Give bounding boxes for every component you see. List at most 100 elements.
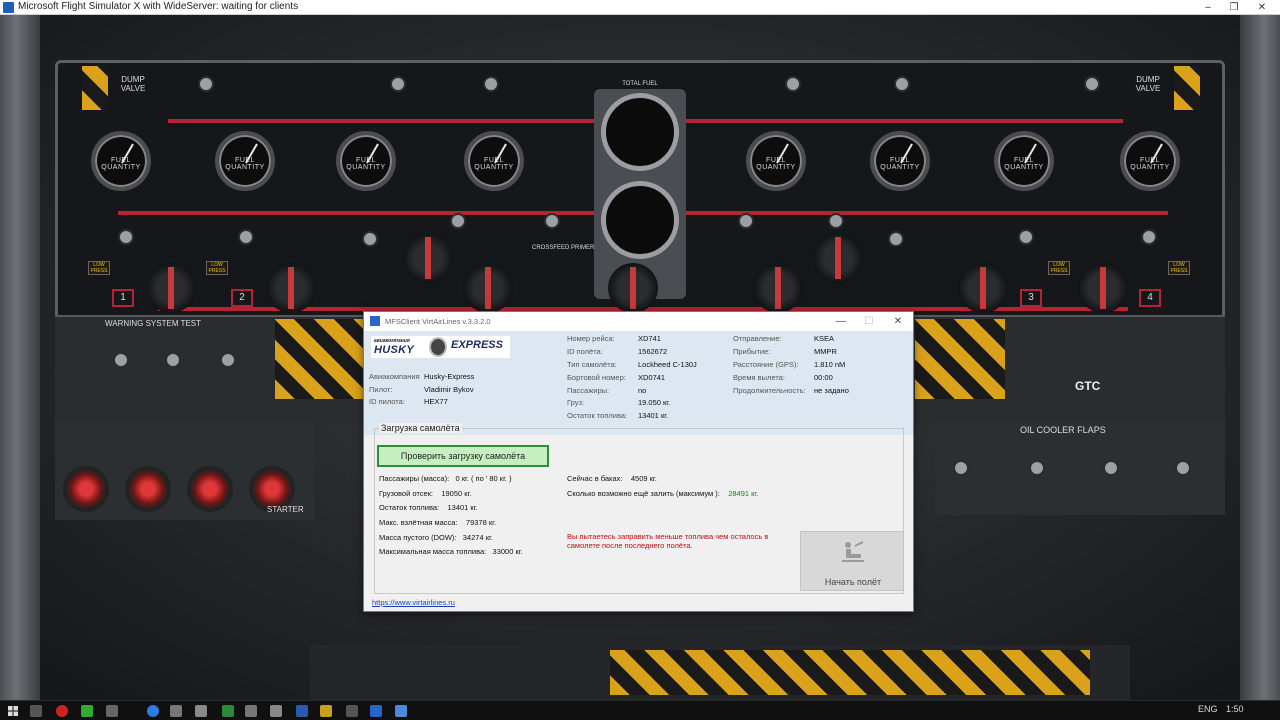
engine-4-label: 4: [1139, 289, 1161, 307]
crossfeed-valve-right[interactable]: [753, 263, 803, 313]
bypass-valve-right[interactable]: [813, 233, 863, 283]
clock[interactable]: 1:50: [1226, 704, 1244, 714]
crossfeed-valve-1[interactable]: [146, 263, 196, 313]
apt-tank-pump-switch-left[interactable]: [544, 213, 560, 229]
oil-cooler-switch-3[interactable]: [1103, 460, 1119, 476]
pilot-id-value: HEX77: [424, 397, 448, 406]
app-icon-9[interactable]: [245, 705, 257, 717]
mfsclient-taskbar-icon[interactable]: [370, 705, 382, 717]
cargo-value: 19.050 кг.: [638, 398, 671, 407]
bypass-valve-left[interactable]: [403, 233, 453, 283]
dialog-close-button[interactable]: ✕: [885, 314, 911, 329]
virtairlines-link[interactable]: https://www.virtairlines.ru: [372, 598, 455, 607]
dialog-titlebar[interactable]: MFSClient VirtAirLines v.3.3.2.0 — ☐ ✕: [364, 312, 913, 331]
oil-cooler-switch-2[interactable]: [1029, 460, 1045, 476]
husky-express-logo: авиакомпания HUSKY EXPRESS: [371, 336, 510, 358]
aircraft-type-value: Lockheed C-130J: [638, 360, 697, 369]
crossfeed-valve-4[interactable]: [1078, 263, 1128, 313]
dump-switch-3[interactable]: [894, 76, 910, 92]
dump-switch-4[interactable]: [1084, 76, 1100, 92]
app-icon-10[interactable]: [270, 705, 282, 717]
mtow-label: Макс. взлётная масса:: [379, 518, 458, 527]
app-icon-8[interactable]: [222, 705, 234, 717]
app-icon-7[interactable]: [195, 705, 207, 717]
boost-pump-switch-3[interactable]: [1018, 229, 1034, 245]
starter-button-2[interactable]: [125, 466, 171, 512]
crossfeed-primer-label: CROSSFEED PRIMER: [532, 245, 595, 251]
chrome-icon[interactable]: [147, 705, 159, 717]
tail-number-value: XD0741: [638, 373, 666, 382]
hazard-stripe-left: [275, 319, 365, 399]
main-maximize-button[interactable]: ❐: [1222, 0, 1246, 15]
tanks-now-value: 4509 кг.: [630, 474, 657, 483]
pilot-id-label: ID пилота:: [369, 397, 405, 406]
fwd-tank-pump-switch-left[interactable]: [450, 213, 466, 229]
start-flight-button[interactable]: Начать полёт: [800, 531, 904, 591]
hazard-stripe-right: [915, 319, 1005, 399]
nvidia-icon[interactable]: [81, 705, 93, 717]
fuel-quantity-gauge-aux-left: FUEL QUANTITY: [336, 131, 396, 191]
distance-label: Расстояние (GPS):: [733, 360, 799, 369]
pilot-value: Vladimir Bykov: [424, 385, 474, 394]
aux-tank-pump-switch-right[interactable]: [888, 231, 904, 247]
crossfeed-separation-valve[interactable]: [608, 263, 658, 313]
main-close-button[interactable]: ✕: [1250, 0, 1274, 15]
dialog-minimize-button[interactable]: —: [828, 314, 854, 329]
departure-value: KSEA: [814, 334, 835, 343]
app-icon-6[interactable]: [170, 705, 182, 717]
starter-button-1[interactable]: [63, 466, 109, 512]
windows-start-icon[interactable]: [8, 706, 18, 716]
boost-pump-switch-2[interactable]: [238, 229, 254, 245]
can-fill-label: Сколько возможно ещё залить (максимум ):: [567, 489, 720, 498]
dialog-maximize-button[interactable]: ☐: [856, 314, 882, 329]
oil-cooler-switch-1[interactable]: [953, 460, 969, 476]
starter-button-3[interactable]: [187, 466, 233, 512]
dump-switch-1[interactable]: [198, 76, 214, 92]
mtow-value: 79378 кг.: [465, 518, 497, 527]
fwd-tank-pump-switch-right[interactable]: [738, 213, 754, 229]
duration-label: Продолжительность:: [733, 386, 806, 395]
dump-pumps-switch-right[interactable]: [785, 76, 801, 92]
crossfeed-valve-left[interactable]: [463, 263, 513, 313]
engine-2-label: 2: [231, 289, 253, 307]
app-icon-12[interactable]: [320, 705, 332, 717]
engine-fire-test-switch[interactable]: [220, 352, 236, 368]
turbine-overheat-test-switch[interactable]: [113, 352, 129, 368]
apt-tank-pump-switch-right[interactable]: [828, 213, 844, 229]
aux-tank-pump-switch-left[interactable]: [362, 231, 378, 247]
main-window-titlebar[interactable]: Microsoft Flight Simulator X with WideSe…: [0, 0, 1280, 15]
crossfeed-valve-2[interactable]: [266, 263, 316, 313]
logo-express-text: EXPRESS: [451, 339, 503, 351]
pax-mass-value: 0 кг. ( по ' 80 кг. ): [455, 474, 512, 483]
hazard-stripe-bottom: [610, 650, 1090, 695]
dow-label: Масса пустого (DOW):: [379, 533, 457, 542]
cargo-hold-value: 19050 кг.: [441, 489, 472, 498]
fuel-pressure-gauge: [601, 181, 679, 259]
tool-icon[interactable]: [106, 705, 118, 717]
pilot-label: Пилот:: [369, 385, 393, 394]
engine-3-label: 3: [1020, 289, 1042, 307]
check-loading-button[interactable]: Проверить загрузку самолёта: [377, 445, 549, 467]
start-flight-label: Начать полёт: [824, 577, 882, 587]
task-view-icon[interactable]: [30, 705, 42, 717]
crossfeed-valve-3[interactable]: [958, 263, 1008, 313]
dump-pumps-switch-left[interactable]: [483, 76, 499, 92]
boost-pump-switch-1[interactable]: [118, 229, 134, 245]
pax-mass-label: Пассажиры (масса):: [379, 474, 450, 483]
boost-pump-switch-4[interactable]: [1141, 229, 1157, 245]
arrival-value: MMPR: [814, 347, 837, 356]
cargo-hold-label: Грузовой отсек:: [379, 489, 433, 498]
keyboard-language[interactable]: ENG: [1198, 704, 1218, 714]
fuel-quantity-gauge-3: FUEL QUANTITY: [994, 131, 1054, 191]
audible-warning-test-switch[interactable]: [165, 352, 181, 368]
app-icon-11[interactable]: [296, 705, 308, 717]
fuel-quantity-gauge-aux-right: FUEL QUANTITY: [870, 131, 930, 191]
main-minimize-button[interactable]: –: [1196, 0, 1220, 15]
oil-cooler-switch-4[interactable]: [1175, 460, 1191, 476]
fsx-taskbar-icon[interactable]: [395, 705, 407, 717]
opera-icon[interactable]: [56, 705, 68, 717]
arrival-label: Прибытие:: [733, 347, 771, 356]
low-press-light-4: LOW PRESS: [1168, 261, 1190, 275]
dump-switch-2[interactable]: [390, 76, 406, 92]
wideserver-icon[interactable]: [346, 705, 358, 717]
